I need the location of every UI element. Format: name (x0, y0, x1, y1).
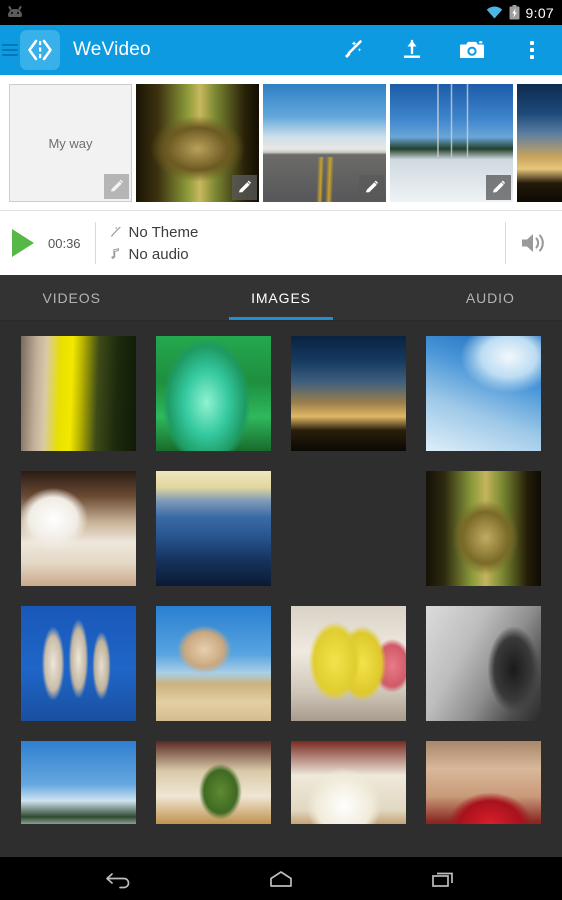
timeline-clip[interactable] (263, 84, 386, 202)
timeline-clip[interactable] (136, 84, 259, 202)
media-grid-scroll[interactable] (0, 321, 562, 824)
android-nav-bar (0, 857, 562, 900)
status-bar-left (6, 5, 24, 19)
thumb-bare-tree-hill[interactable] (156, 606, 271, 721)
timeline-clip[interactable] (517, 84, 562, 202)
back-icon[interactable] (97, 864, 141, 894)
wifi-icon (486, 6, 502, 19)
hamburger-menu-icon[interactable] (2, 44, 18, 56)
timeline-strip[interactable]: My way (0, 75, 562, 210)
timeline-title-label: My way (48, 135, 93, 151)
app-bar-actions (322, 25, 562, 75)
duration-label: 00:36 (48, 235, 81, 251)
thumb-tea-cup-leaf[interactable] (156, 741, 271, 824)
timeline-title-card[interactable]: My way (9, 84, 132, 202)
camera-icon[interactable] (442, 25, 502, 75)
app-screen: 9:07 WeVideo My way 00:36 No Theme No au… (0, 0, 562, 900)
music-note-icon (110, 248, 119, 259)
thumb-blue-fog-pylon[interactable] (156, 471, 271, 586)
thumb-blossom-branches-blue[interactable] (21, 606, 136, 721)
pencil-icon[interactable] (359, 175, 384, 200)
media-grid (0, 321, 562, 824)
audio-row[interactable]: No audio (108, 246, 199, 263)
pencil-icon[interactable] (232, 175, 257, 200)
tab-label: IMAGES (251, 289, 311, 306)
play-icon[interactable] (12, 229, 34, 257)
status-bar-clock: 9:07 (525, 4, 554, 21)
thumb-blossoms-blue-sky[interactable] (426, 336, 541, 451)
timeline-clip[interactable] (390, 84, 513, 202)
divider (94, 222, 96, 264)
upload-icon[interactable] (382, 25, 442, 75)
thumb-red-table-setting[interactable] (426, 741, 541, 824)
overflow-menu-icon[interactable] (502, 25, 562, 75)
thumb-raindrops-glass[interactable] (426, 606, 541, 721)
theme-row[interactable]: No Theme (108, 223, 199, 241)
thumb-tea-cup-napkin[interactable] (291, 741, 406, 824)
media-tabs: VIDEOS IMAGES AUDIO (0, 275, 562, 321)
magic-wand-icon (110, 226, 121, 237)
tab-videos[interactable]: VIDEOS (0, 275, 187, 320)
status-bar: 9:07 (0, 0, 562, 25)
magic-wand-icon[interactable] (322, 25, 382, 75)
project-meta: No Theme No audio (108, 223, 199, 263)
app-title: WeVideo (73, 39, 151, 60)
home-icon[interactable] (259, 864, 303, 894)
thumb-yellow-moss-bark[interactable] (21, 336, 136, 451)
wevideo-logo-icon[interactable] (20, 30, 60, 70)
theme-label: No Theme (128, 223, 199, 241)
thumb-hazy-sun-trees[interactable] (291, 471, 406, 586)
tab-audio[interactable]: AUDIO (375, 275, 562, 320)
volume-icon[interactable] (506, 230, 562, 256)
thumb-flags-ski-poles[interactable] (21, 741, 136, 824)
thumb-cappuccino-cup[interactable] (21, 471, 136, 586)
tab-label: VIDEOS (42, 289, 101, 306)
app-bar: WeVideo (0, 25, 562, 75)
recents-icon[interactable] (421, 864, 465, 894)
battery-charging-icon (509, 5, 520, 20)
playback-control-bar: 00:36 No Theme No audio (0, 210, 562, 275)
thumb-forest-trail-trees[interactable] (426, 471, 541, 586)
thumb-sunset-plant-silhouette[interactable] (291, 336, 406, 451)
tab-images[interactable]: IMAGES (187, 275, 374, 320)
thumb-green-aloe-grass[interactable] (156, 336, 271, 451)
audio-label: No audio (128, 245, 189, 263)
tab-label: AUDIO (465, 289, 515, 306)
android-robot-icon (6, 5, 24, 19)
pencil-icon[interactable] (486, 175, 511, 200)
status-bar-right: 9:07 (486, 5, 554, 21)
thumb-bananas-fruit-plate[interactable] (291, 606, 406, 721)
pencil-icon[interactable] (104, 174, 129, 199)
